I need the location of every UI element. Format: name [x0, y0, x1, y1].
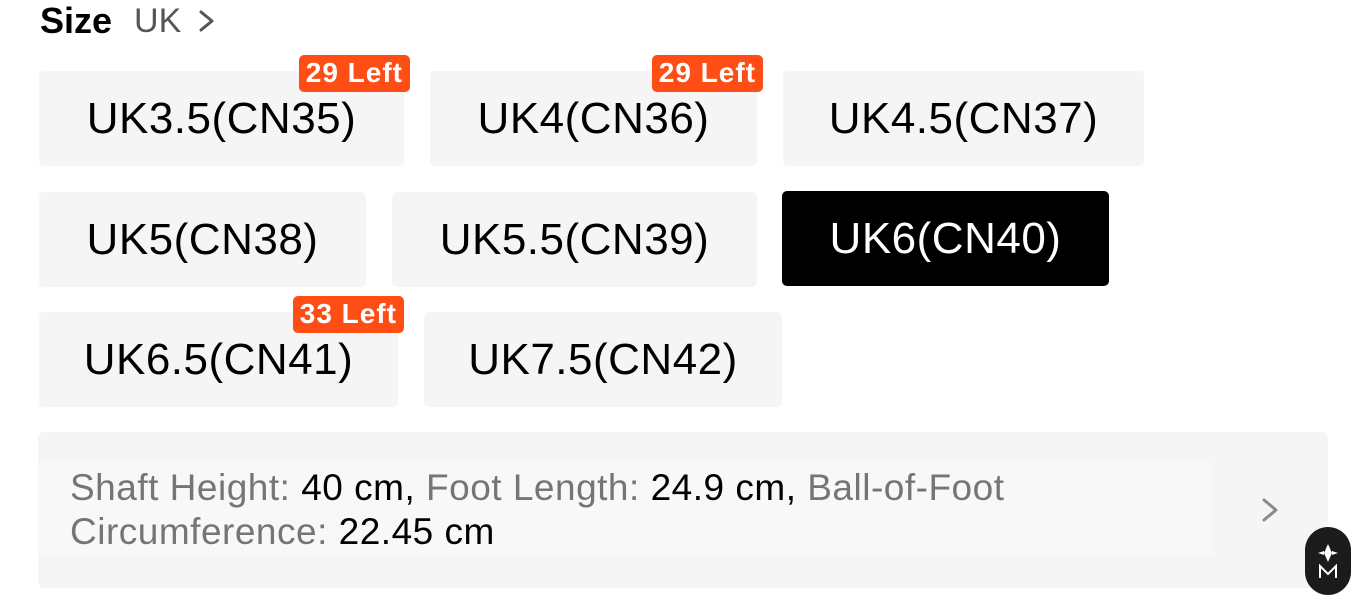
- shaft-height-label: Shaft Height:: [70, 467, 291, 508]
- comma: ,: [785, 467, 808, 508]
- size-option-uk3-5[interactable]: UK3.5(CN35) 29 Left: [39, 55, 410, 166]
- size-option-uk6-5[interactable]: UK6.5(CN41) 33 Left: [39, 296, 404, 407]
- size-header: Size UK: [40, 0, 219, 42]
- shaft-height-value: 40 cm: [301, 467, 405, 508]
- measurements-text: Shaft Height: 40 cm, Foot Length: 24.9 c…: [70, 466, 1170, 554]
- foot-length-value: 24.9 cm: [650, 467, 786, 508]
- size-option-uk4-5[interactable]: UK4.5(CN37): [783, 71, 1144, 166]
- stock-badge: 29 Left: [298, 55, 410, 92]
- size-option-label: UK3.5(CN35): [86, 93, 357, 143]
- size-option-uk6-selected[interactable]: UK6(CN40): [782, 191, 1109, 286]
- size-option-label: UK5.5(CN39): [439, 214, 710, 264]
- chevron-right-icon[interactable]: [1258, 492, 1282, 528]
- size-option-label: UK4(CN36): [477, 93, 710, 143]
- size-system-label[interactable]: UK: [134, 2, 181, 41]
- size-option-uk7-5[interactable]: UK7.5(CN42): [424, 312, 782, 407]
- chevron-right-icon[interactable]: [195, 4, 219, 38]
- foot-length-label: Foot Length:: [426, 467, 640, 508]
- size-option-label: UK6.5(CN41): [83, 334, 354, 384]
- circumference-label: Circumference:: [70, 511, 328, 552]
- ball-of-foot-label: Ball-of-Foot: [807, 467, 1005, 508]
- size-option-label: UK5(CN38): [86, 214, 319, 264]
- size-option-uk4[interactable]: UK4(CN36) 29 Left: [430, 55, 763, 166]
- comma: ,: [404, 467, 427, 508]
- size-option-label: UK7.5(CN42): [468, 334, 738, 384]
- size-title: Size: [40, 0, 113, 41]
- size-option-label: UK4.5(CN37): [828, 93, 1099, 143]
- size-option-label: UK6(CN40): [829, 213, 1062, 263]
- size-measurements-panel[interactable]: Shaft Height: 40 cm, Foot Length: 24.9 c…: [38, 432, 1328, 588]
- ball-of-foot-value: 22.45 cm: [338, 511, 495, 552]
- assistant-button[interactable]: [1305, 527, 1351, 595]
- stock-badge: 33 Left: [292, 296, 404, 333]
- assistant-logo-icon: [1318, 544, 1338, 578]
- stock-badge: 29 Left: [651, 55, 763, 92]
- size-option-uk5[interactable]: UK5(CN38): [39, 192, 366, 287]
- size-option-uk5-5[interactable]: UK5.5(CN39): [392, 192, 757, 287]
